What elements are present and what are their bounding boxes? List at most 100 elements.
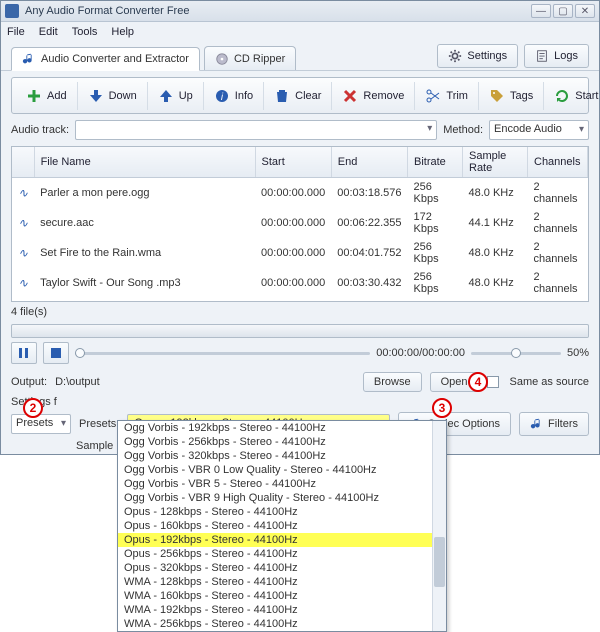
dropdown-option[interactable]: Opus - 192kbps - Stereo - 44100Hz bbox=[118, 533, 446, 547]
method-label: Method: bbox=[443, 124, 483, 136]
browse-button[interactable]: Browse bbox=[363, 372, 422, 392]
settings-row: Settings f bbox=[11, 396, 589, 408]
cell-start: 00:00:00.000 bbox=[255, 208, 331, 238]
cell-channels: 2 channels bbox=[528, 268, 588, 298]
seek-slider[interactable] bbox=[75, 346, 370, 360]
volume-slider[interactable] bbox=[471, 346, 561, 360]
disc-icon bbox=[215, 52, 229, 66]
gear-icon bbox=[448, 49, 462, 63]
table-row[interactable]: ∿ secure.aac 00:00:00.000 00:06:22.355 1… bbox=[12, 208, 588, 238]
dropdown-option[interactable]: WMA - 128kbps - Stereo - 44100Hz bbox=[118, 575, 446, 589]
cell-sample: 48.0 KHz bbox=[463, 238, 528, 268]
dropdown-option[interactable]: Ogg Vorbis - VBR 5 - Stereo - 44100Hz bbox=[118, 477, 446, 491]
tab-cdripper[interactable]: CD Ripper bbox=[204, 46, 296, 70]
menu-file[interactable]: File bbox=[7, 26, 25, 38]
dropdown-option[interactable]: Opus - 160kbps - Stereo - 44100Hz bbox=[118, 519, 446, 533]
preset-dropdown[interactable]: Ogg Vorbis - 192kbps - Stereo - 44100HzO… bbox=[117, 420, 447, 632]
method-combo[interactable]: Encode Audio bbox=[489, 120, 589, 140]
cell-sample: 48.0 KHz bbox=[463, 268, 528, 298]
tabbar: Audio Converter and Extractor CD Ripper … bbox=[1, 42, 599, 71]
table-row[interactable]: ∿ Set Fire to the Rain.wma 00:00:00.000 … bbox=[12, 238, 588, 268]
wave-icon: ∿ bbox=[12, 208, 34, 238]
info-button[interactable]: iInfo bbox=[204, 82, 264, 110]
filters-button[interactable]: Filters bbox=[519, 412, 589, 436]
dropdown-option[interactable]: WMA - 160kbps - Stereo - 44100Hz bbox=[118, 589, 446, 603]
dropdown-option[interactable]: Ogg Vorbis - VBR 9 High Quality - Stereo… bbox=[118, 491, 446, 505]
annotation-4: 4 bbox=[468, 372, 488, 392]
col-sample[interactable]: Sample Rate bbox=[463, 147, 528, 178]
col-start[interactable]: Start bbox=[255, 147, 331, 178]
same-as-source-checkbox[interactable] bbox=[487, 376, 499, 388]
dropdown-option[interactable]: Ogg Vorbis - VBR 0 Low Quality - Stereo … bbox=[118, 463, 446, 477]
maximize-button[interactable]: ▢ bbox=[553, 4, 573, 18]
file-table: File Name Start End Bitrate Sample Rate … bbox=[11, 146, 589, 302]
menubar: File Edit Tools Help bbox=[1, 22, 599, 41]
menu-help[interactable]: Help bbox=[111, 26, 134, 38]
volume-display: 50% bbox=[567, 347, 589, 359]
tab-converter[interactable]: Audio Converter and Extractor bbox=[11, 47, 200, 71]
dropdown-option[interactable]: Opus - 320kbps - Stereo - 44100Hz bbox=[118, 561, 446, 575]
toolbar: Add Down Up iInfo Clear Remove Trim Tags… bbox=[11, 77, 589, 114]
col-filename[interactable]: File Name bbox=[34, 147, 255, 178]
minimize-button[interactable]: — bbox=[531, 4, 551, 18]
stop-icon bbox=[50, 347, 62, 359]
cell-name: Parler a mon pere.ogg bbox=[34, 178, 255, 209]
dropdown-option[interactable]: Opus - 128kbps - Stereo - 44100Hz bbox=[118, 505, 446, 519]
cell-bitrate: 256 Kbps bbox=[408, 268, 463, 298]
clear-button[interactable]: Clear bbox=[264, 82, 332, 110]
dropdown-option[interactable]: Ogg Vorbis - 320kbps - Stereo - 44100Hz bbox=[118, 449, 446, 463]
annotation-3: 3 bbox=[432, 398, 452, 418]
wave-icon: ∿ bbox=[12, 238, 34, 268]
audio-track-label: Audio track: bbox=[11, 124, 69, 136]
menu-edit[interactable]: Edit bbox=[39, 26, 58, 38]
wave-icon: ∿ bbox=[12, 268, 34, 298]
cell-bitrate: 256 Kbps bbox=[408, 178, 463, 209]
preset-type-combo[interactable]: Presets bbox=[11, 414, 71, 434]
audio-track-row: Audio track: Method: Encode Audio bbox=[11, 120, 589, 140]
audio-track-combo[interactable] bbox=[75, 120, 437, 140]
dropdown-option[interactable]: Opus - 256kbps - Stereo - 44100Hz bbox=[118, 547, 446, 561]
col-channels[interactable]: Channels bbox=[528, 147, 588, 178]
progress-scrollbar[interactable] bbox=[11, 324, 589, 338]
cell-name: Taylor Swift - Our Song .mp3 bbox=[34, 268, 255, 298]
col-end[interactable]: End bbox=[331, 147, 407, 178]
dropdown-option[interactable]: WMA - 256kbps - Stereo - 44100Hz bbox=[118, 617, 446, 631]
window-title: Any Audio Format Converter Free bbox=[25, 5, 531, 17]
logs-button[interactable]: Logs bbox=[524, 44, 589, 68]
dropdown-option[interactable]: WMA - 192kbps - Stereo - 44100Hz bbox=[118, 603, 446, 617]
dropdown-scrollbar[interactable] bbox=[432, 421, 446, 631]
up-button[interactable]: Up bbox=[148, 82, 204, 110]
playback-row: 00:00:00/00:00:00 50% bbox=[11, 342, 589, 364]
table-row[interactable]: ∿ Taylor Swift - Our Song .mp3 00:00:00.… bbox=[12, 268, 588, 298]
refresh-icon bbox=[554, 88, 570, 104]
trim-button[interactable]: Trim bbox=[415, 82, 479, 110]
pause-button[interactable] bbox=[11, 342, 37, 364]
trash-icon bbox=[274, 88, 290, 104]
note-icon bbox=[530, 417, 544, 431]
cell-sample: 48.0 KHz bbox=[463, 178, 528, 209]
start-button[interactable]: Start bbox=[544, 82, 600, 110]
cell-channels: 2 channels bbox=[528, 178, 588, 209]
cell-end: 00:06:22.355 bbox=[331, 208, 407, 238]
close-button[interactable]: ✕ bbox=[575, 4, 595, 18]
cell-channels: 2 channels bbox=[528, 208, 588, 238]
settings-button[interactable]: Settings bbox=[437, 44, 518, 68]
remove-button[interactable]: Remove bbox=[332, 82, 415, 110]
dropdown-option[interactable]: Ogg Vorbis - 192kbps - Stereo - 44100Hz bbox=[118, 421, 446, 435]
tag-icon bbox=[489, 88, 505, 104]
table-row[interactable]: ∿ Parler a mon pere.ogg 00:00:00.000 00:… bbox=[12, 178, 588, 209]
menu-tools[interactable]: Tools bbox=[72, 26, 98, 38]
cell-end: 00:03:18.576 bbox=[331, 178, 407, 209]
stop-button[interactable] bbox=[43, 342, 69, 364]
col-bitrate[interactable]: Bitrate bbox=[408, 147, 463, 178]
down-icon bbox=[88, 88, 104, 104]
x-icon bbox=[342, 88, 358, 104]
app-icon bbox=[5, 4, 19, 18]
same-as-source-label: Same as source bbox=[510, 376, 589, 388]
status-row: 4 file(s) bbox=[11, 306, 589, 318]
down-button[interactable]: Down bbox=[78, 82, 148, 110]
add-button[interactable]: Add bbox=[16, 82, 78, 110]
tags-button[interactable]: Tags bbox=[479, 82, 544, 110]
dropdown-option[interactable]: Ogg Vorbis - 256kbps - Stereo - 44100Hz bbox=[118, 435, 446, 449]
up-icon bbox=[158, 88, 174, 104]
